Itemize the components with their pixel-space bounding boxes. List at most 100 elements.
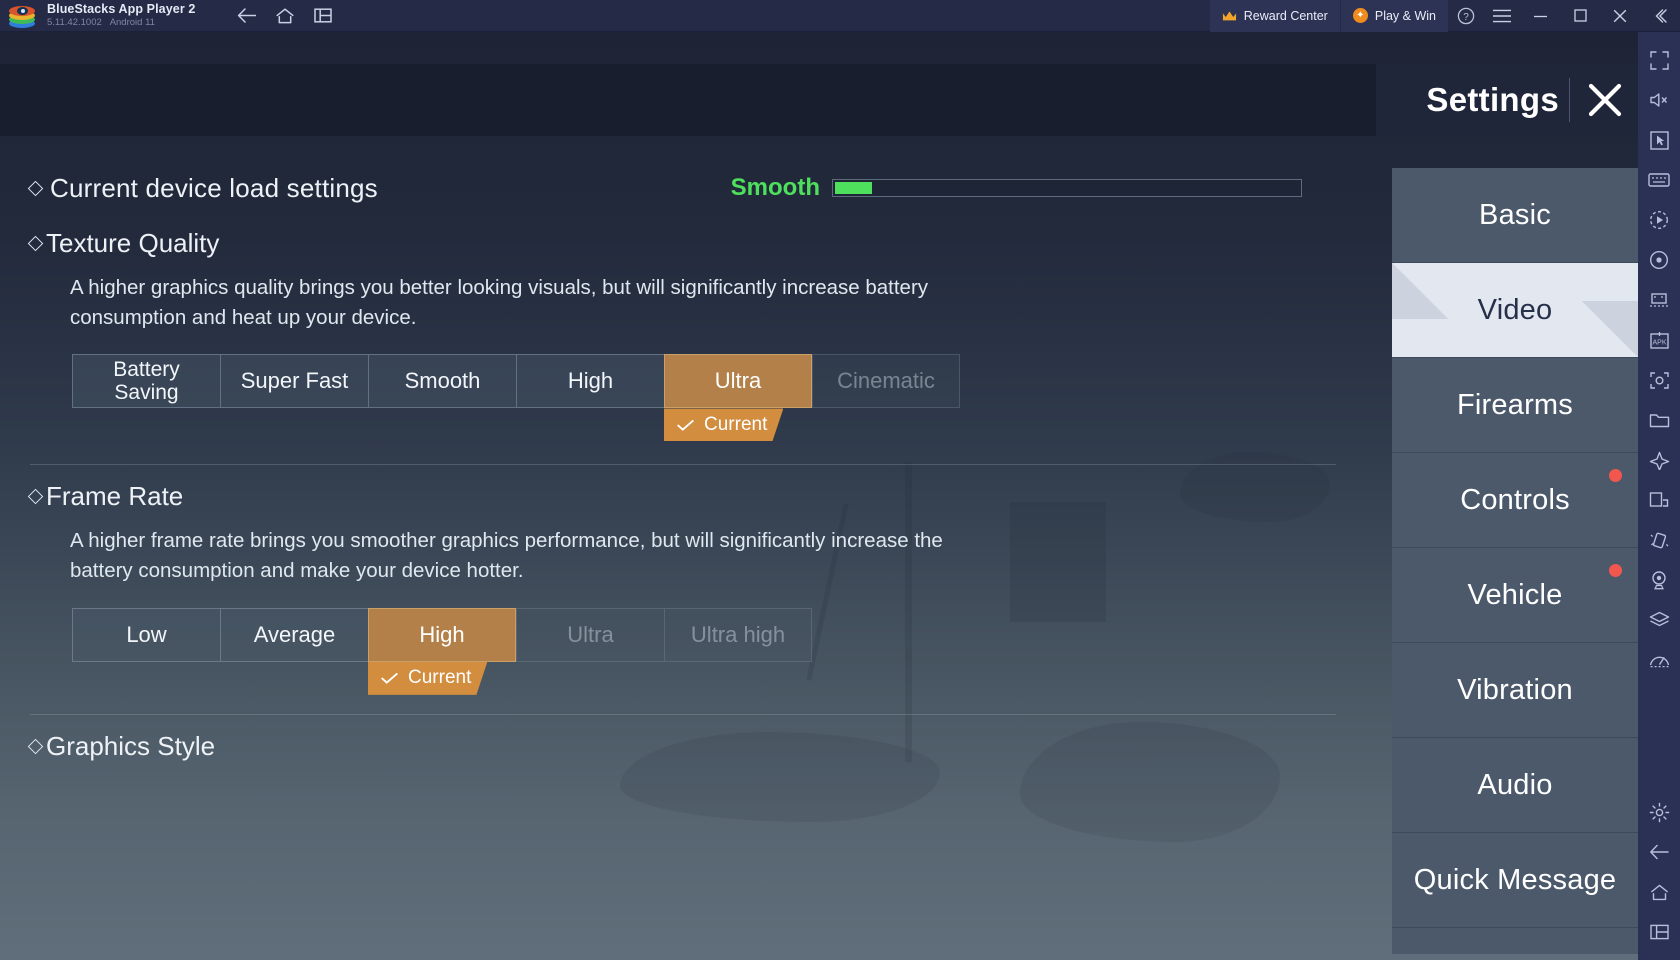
check-icon [380,672,399,684]
device-load-title-block: Current device load settings [27,172,378,204]
frame-rate-option-low[interactable]: Low [72,607,220,662]
recents-icon[interactable] [1638,912,1680,952]
texture-quality-option-battery-saving[interactable]: Battery Saving [72,354,220,409]
header-divider [1569,78,1570,122]
frame-rate-title-block: Frame Rate [27,481,1336,512]
tab-label: Vehicle [1467,578,1563,611]
option-label: Ultra [567,621,614,647]
recents-icon[interactable] [314,8,333,23]
frame-rate-current-label: Current [408,667,472,689]
option-label: High [419,621,465,647]
title-bar: BlueStacks App Player 2 5.11.42.1002 And… [0,0,1680,32]
frame-rate-options: Low Average High Ultra Ultra high [72,607,1336,662]
back-icon[interactable] [1638,832,1680,872]
svg-text:?: ? [1463,11,1469,22]
diamond-bullet-icon [27,489,44,505]
tab-vehicle[interactable]: Vehicle [1392,548,1638,643]
frame-rate-options-wrap: Low Average High Ultra Ultra high Current [72,607,1336,662]
titlebar-right-group: Reward Center ✦ Play & Win ? [1209,0,1680,32]
frame-rate-option-high[interactable]: High [368,607,516,662]
settings-gear-icon[interactable] [1638,792,1680,832]
tab-firearms[interactable]: Firearms [1392,358,1638,453]
option-label: Ultra [714,368,762,394]
app-version: 5.11.42.1002 [47,17,102,29]
frame-rate-current-badge: Current [368,662,487,695]
texture-quality-option-super-fast[interactable]: Super Fast [220,354,368,409]
tab-label: Basic [1479,198,1551,231]
tab-controls[interactable]: Controls [1392,453,1638,548]
texture-quality-option-ultra[interactable]: Ultra [664,354,812,409]
tab-quick-message[interactable]: Quick Message [1392,833,1638,928]
reward-center-button[interactable]: Reward Center [1209,0,1340,32]
app-version-line: 5.11.42.1002 Android 11 [47,18,195,28]
frame-rate-option-average[interactable]: Average [220,607,368,662]
home-icon[interactable] [276,7,294,24]
diamond-bullet-icon [27,235,44,252]
macro-record-icon[interactable] [1638,240,1680,280]
frame-rate-description: A higher frame rate brings you smoother … [70,529,943,583]
option-label: Cinematic [837,368,935,394]
frame-rate-option-ultra-high: Ultra high [664,607,812,662]
reward-center-label: Reward Center [1243,8,1328,23]
device-load-indicator: Smooth [731,174,1302,202]
graphics-style-title: Graphics Style [46,730,216,761]
pip-icon[interactable] [1638,480,1680,520]
play-and-win-button[interactable]: ✦ Play & Win [1339,0,1448,32]
tab-label: Vibration [1457,673,1573,706]
rotate-icon[interactable] [1638,440,1680,480]
texture-quality-title: Texture Quality [46,228,220,258]
maximize-button[interactable] [1560,0,1600,32]
home-icon[interactable] [1638,872,1680,912]
notification-badge [1609,469,1622,482]
keyboard-controls-icon[interactable] [1638,160,1680,200]
titlebar-nav-icons [237,7,333,24]
settings-top-strip [0,64,1376,136]
texture-quality-title-block: Texture Quality [27,228,1336,259]
install-apk-icon[interactable]: APK [1638,320,1680,360]
device-load-status: Smooth [730,174,820,201]
macro-play-icon[interactable] [1638,200,1680,240]
media-folder-icon[interactable] [1638,400,1680,440]
option-label: High [567,368,614,394]
settings-title: Settings [1426,81,1559,118]
texture-quality-option-high[interactable]: High [516,354,664,409]
texture-quality-option-smooth[interactable]: Smooth [368,354,516,409]
fullscreen-icon[interactable] [1638,40,1680,80]
close-settings-button[interactable] [1582,77,1628,123]
frame-rate-title: Frame Rate [46,481,184,512]
location-icon[interactable] [1638,560,1680,600]
tab-vibration[interactable]: Vibration [1392,643,1638,738]
layers-icon[interactable] [1638,600,1680,640]
device-load-bar [832,179,1302,197]
frame-rate-option-ultra: Ultra [516,607,664,662]
texture-quality-options-wrap: Battery Saving Super Fast Smooth High Ultra Ci… [72,354,1336,408]
minimize-button[interactable] [1520,0,1560,32]
close-window-button[interactable] [1600,0,1640,32]
cursor-icon[interactable] [1638,120,1680,160]
option-label: Super Fast [240,368,349,394]
back-icon[interactable] [237,8,257,23]
tab-basic[interactable]: Basic [1392,168,1638,263]
option-label: Ultra high [690,621,786,647]
option-label: Low [126,621,167,647]
window-title-block: BlueStacks App Player 2 5.11.42.1002 And… [47,2,195,28]
collapse-sidebar-icon[interactable] [1640,0,1680,32]
check-icon [676,419,695,431]
device-load-title: Current device load settings [50,172,378,203]
texture-quality-current-badge: Current [664,408,783,441]
tab-video[interactable]: Video [1392,263,1638,358]
performance-icon[interactable] [1638,640,1680,680]
help-icon[interactable]: ? [1448,0,1484,32]
screenshot-icon[interactable] [1638,360,1680,400]
texture-quality-options: Battery Saving Super Fast Smooth High Ultra Ci… [72,354,1336,409]
shake-icon[interactable] [1638,520,1680,560]
multi-instance-icon[interactable] [1638,280,1680,320]
settings-header: Settings [1376,64,1638,136]
device-load-row: Current device load settings Smooth [27,164,1336,212]
android-version: Android 11 [109,17,155,29]
tab-audio[interactable]: Audio [1392,738,1638,833]
section-graphics-style: Graphics Style [27,715,1336,762]
mute-icon[interactable] [1638,80,1680,120]
settings-tab-list: Basic Video Firearms Controls Vehicle Vibrati… [1392,168,1638,954]
hamburger-menu-icon[interactable] [1484,0,1520,32]
